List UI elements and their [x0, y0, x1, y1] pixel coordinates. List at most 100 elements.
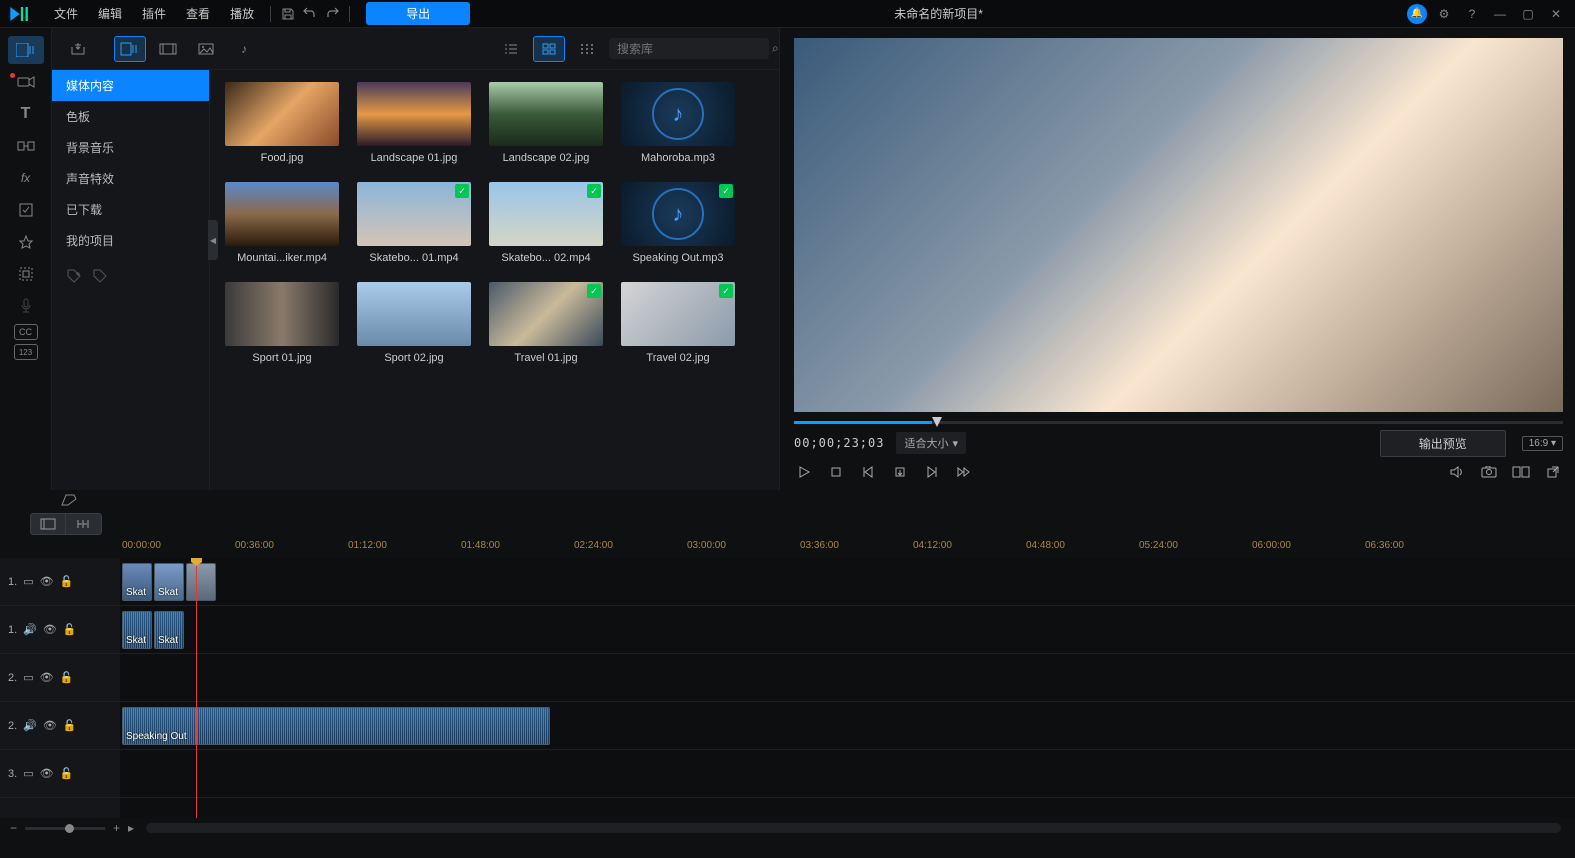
clip-speaking-out[interactable]: Speaking Out [122, 707, 550, 745]
tl-markers-icon[interactable] [66, 513, 102, 535]
search-box[interactable]: ⌕ [609, 38, 769, 59]
zoom-out-icon[interactable]: − [10, 821, 17, 835]
notifications-icon[interactable]: 🔔 [1407, 4, 1427, 24]
save-icon[interactable] [277, 3, 299, 25]
search-icon[interactable]: ⌕ [772, 41, 779, 56]
filter-image-icon[interactable] [190, 36, 222, 62]
export-button[interactable]: 导出 [366, 2, 470, 25]
media-item[interactable]: ✓Skatebo... 01.mp4 [354, 182, 474, 264]
media-item[interactable]: Sport 01.jpg [222, 282, 342, 364]
import-icon[interactable] [62, 36, 94, 62]
sidebar-item-media-content[interactable]: 媒体内容 [52, 70, 209, 101]
track-head-v1[interactable]: 1. ▭ 👁 🔓 [0, 558, 120, 606]
preview-seek[interactable] [794, 412, 1563, 426]
h-scrollbar[interactable] [146, 823, 1561, 833]
lock-icon[interactable]: 🔓 [60, 671, 74, 684]
media-item[interactable]: ♪✓Speaking Out.mp3 [618, 182, 738, 264]
lock-icon[interactable]: 🔓 [60, 575, 74, 588]
lane-a1[interactable]: Skat Skat [120, 606, 1575, 654]
tl-view-icon[interactable] [30, 513, 66, 535]
media-item[interactable]: Food.jpg [222, 82, 342, 164]
media-item[interactable]: Mountai...iker.mp4 [222, 182, 342, 264]
rail-chapter-icon[interactable]: 123 [14, 344, 38, 360]
snapshot-icon[interactable] [1479, 462, 1499, 482]
track-head-v2[interactable]: 2. ▭ 👁 🔓 [0, 654, 120, 702]
aspect-ratio[interactable]: 16:9 ▾ [1522, 436, 1563, 451]
view-list-icon[interactable] [495, 36, 527, 62]
media-item[interactable]: ✓Skatebo... 02.mp4 [486, 182, 606, 264]
filter-audio-icon[interactable]: ♪ [228, 36, 260, 62]
tag-remove-icon[interactable] [92, 268, 110, 286]
lane-v2[interactable] [120, 654, 1575, 702]
output-preview-button[interactable]: 输出预览 [1380, 430, 1506, 457]
sidebar-item-downloaded[interactable]: 已下载 [52, 194, 209, 225]
rail-particle-icon[interactable] [8, 228, 44, 256]
fit-select[interactable]: 适合大小▾ [896, 432, 966, 454]
menu-plugin[interactable]: 插件 [132, 1, 176, 26]
timeline-tracks[interactable]: Skat Skat Skat Skat Speaking Out [120, 558, 1575, 818]
lock-icon[interactable]: 🔓 [63, 719, 77, 732]
close-icon[interactable]: ✕ [1545, 3, 1567, 25]
clip-skat-1[interactable]: Skat [122, 563, 152, 601]
lane-a2[interactable]: Speaking Out [120, 702, 1575, 750]
stop-icon[interactable] [826, 462, 846, 482]
view-grid-icon[interactable] [533, 36, 565, 62]
prev-frame-icon[interactable] [858, 462, 878, 482]
lock-icon[interactable]: 🔓 [60, 767, 74, 780]
media-item[interactable]: ✓Travel 01.jpg [486, 282, 606, 364]
search-input[interactable] [617, 42, 772, 56]
eye-icon[interactable]: 👁 [40, 575, 54, 588]
filter-media-icon[interactable] [114, 36, 146, 62]
popout-icon[interactable] [1543, 462, 1563, 482]
eye-icon[interactable]: 👁 [40, 671, 54, 684]
rail-record-icon[interactable] [8, 68, 44, 96]
clip-skat-2[interactable]: Skat [154, 563, 184, 601]
rail-mic-icon[interactable] [8, 292, 44, 320]
lane-v1[interactable]: Skat Skat [120, 558, 1575, 606]
clip-audio-skat-2[interactable]: Skat [154, 611, 184, 649]
filter-video-icon[interactable] [152, 36, 184, 62]
dual-view-icon[interactable] [1511, 462, 1531, 482]
menu-file[interactable]: 文件 [44, 1, 88, 26]
rail-overlay-icon[interactable] [8, 196, 44, 224]
media-item[interactable]: Sport 02.jpg [354, 282, 474, 364]
settings-icon[interactable]: ⚙ [1433, 3, 1455, 25]
rail-template-icon[interactable] [8, 260, 44, 288]
rail-media-icon[interactable] [8, 36, 44, 64]
eraser-icon[interactable] [60, 493, 78, 507]
maximize-icon[interactable]: ▢ [1517, 3, 1539, 25]
rail-transition-icon[interactable] [8, 132, 44, 160]
help-icon[interactable]: ? [1461, 3, 1483, 25]
menu-play[interactable]: 播放 [220, 1, 264, 26]
playhead[interactable] [196, 558, 197, 818]
minimize-icon[interactable]: — [1489, 3, 1511, 25]
clip-travel[interactable] [186, 563, 216, 601]
rail-fx-icon[interactable]: fx [8, 164, 44, 192]
redo-icon[interactable] [321, 3, 343, 25]
track-head-v3[interactable]: 3. ▭ 👁 🔓 [0, 750, 120, 798]
sidebar-item-sound-fx[interactable]: 声音特效 [52, 163, 209, 194]
menu-edit[interactable]: 编辑 [88, 1, 132, 26]
media-item[interactable]: ♪Mahoroba.mp3 [618, 82, 738, 164]
media-item[interactable]: ✓Travel 02.jpg [618, 282, 738, 364]
lock-icon[interactable]: 🔓 [63, 623, 77, 636]
preview-canvas[interactable] [794, 38, 1563, 412]
timeline-ruler[interactable]: 00:00:0000:36:0001:12:0001:48:0002:24:00… [0, 538, 1575, 558]
volume-icon[interactable] [1447, 462, 1467, 482]
lane-v3[interactable] [120, 750, 1575, 798]
media-item[interactable]: Landscape 02.jpg [486, 82, 606, 164]
collapse-handle-icon[interactable]: ◀ [208, 220, 218, 260]
menu-view[interactable]: 查看 [176, 1, 220, 26]
tag-icons[interactable] [52, 256, 209, 298]
panel-divider[interactable] [0, 490, 1575, 510]
media-item[interactable]: Landscape 01.jpg [354, 82, 474, 164]
clip-audio-skat-1[interactable]: Skat [122, 611, 152, 649]
zoom-in-icon[interactable]: + [113, 821, 120, 835]
eye-icon[interactable]: 👁 [43, 623, 57, 636]
sidebar-item-color-boards[interactable]: 色板 [52, 101, 209, 132]
tag-add-icon[interactable] [66, 268, 84, 286]
rail-text-icon[interactable]: T [8, 100, 44, 128]
track-head-a1[interactable]: 1. 🔊 👁 🔓 [0, 606, 120, 654]
next-frame-icon[interactable] [922, 462, 942, 482]
sidebar-item-bg-music[interactable]: 背景音乐 [52, 132, 209, 163]
